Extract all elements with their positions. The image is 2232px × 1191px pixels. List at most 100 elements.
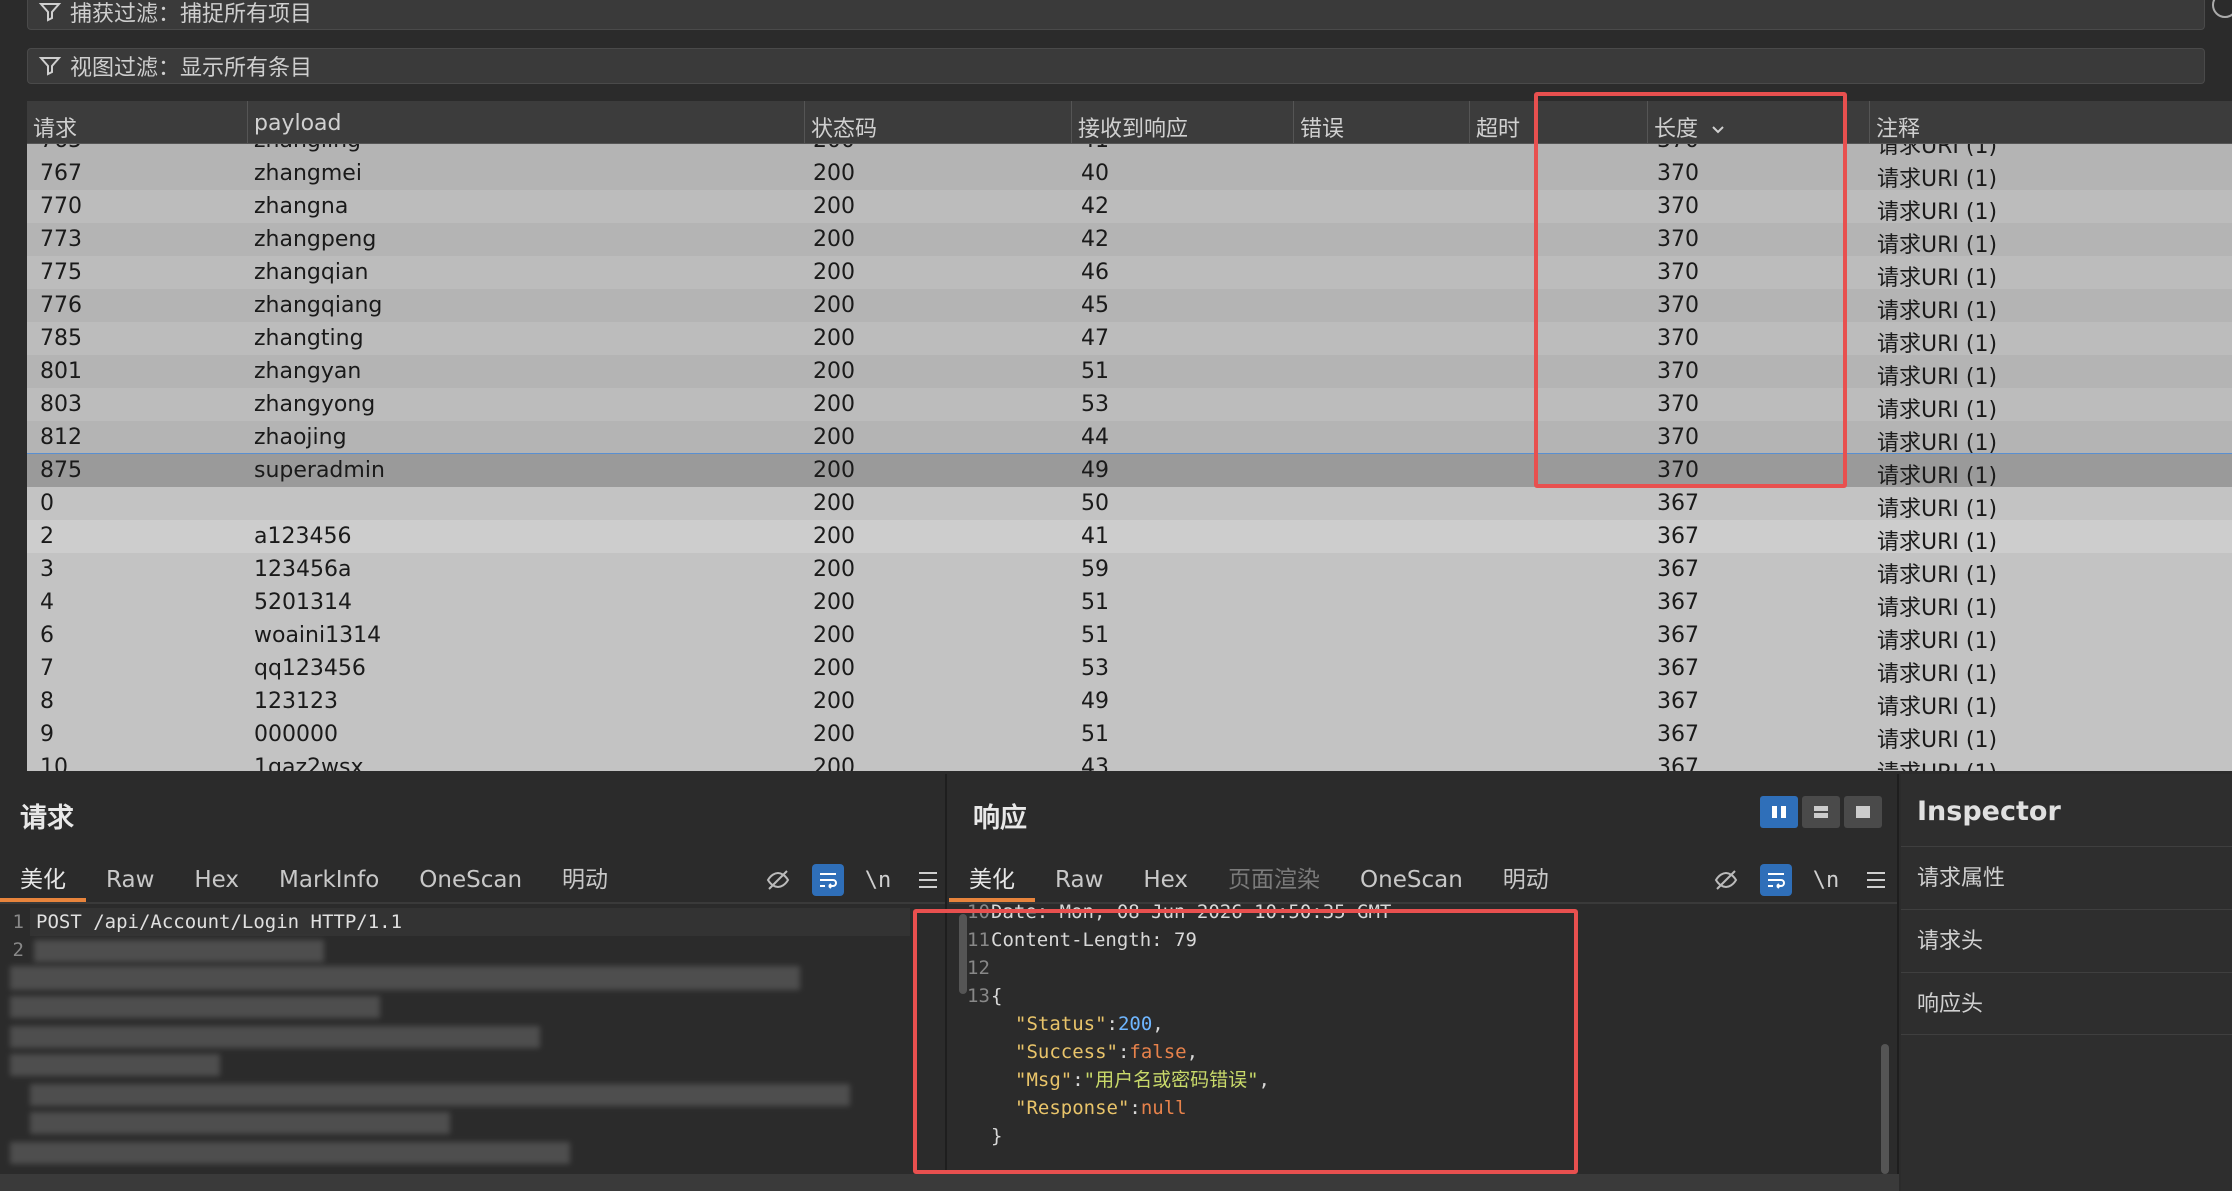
cell-comment: 请求URI (1) — [1877, 431, 1998, 456]
request-panel: 请求 美化 Raw Hex MarkInfo OneScan 明动 \n 1 P… — [0, 774, 947, 1191]
cell-status: 200 — [813, 227, 855, 252]
redacted-block — [10, 966, 800, 990]
table-row[interactable]: 0 200 50 367 请求URI (1) — [27, 487, 2232, 522]
response-editor[interactable]: 10 Date: Mon, 08 Jun 2026 10:50:35 GMT 1… — [949, 901, 1897, 1191]
cell-status: 200 — [813, 392, 855, 417]
tab-mingdong[interactable]: 明动 — [1483, 858, 1569, 902]
editor-scrollbar[interactable] — [1881, 1044, 1889, 1174]
inspector-request-attributes[interactable]: 请求属性 — [1901, 846, 2232, 909]
eye-off-icon[interactable] — [762, 864, 794, 896]
single-pane-icon[interactable] — [1844, 796, 1882, 828]
hamburger-menu-icon[interactable] — [912, 864, 944, 896]
word-wrap-icon[interactable] — [1760, 864, 1792, 896]
cell-length: 370 — [1657, 458, 1699, 483]
table-row[interactable]: 9 000000 200 51 367 请求URI (1) — [27, 718, 2232, 753]
table-row[interactable]: 4 5201314 200 51 367 请求URI (1) — [27, 586, 2232, 621]
tab-hex[interactable]: Hex — [174, 858, 259, 902]
cell-request: 6 — [40, 623, 54, 648]
table-row[interactable]: 785 zhangting 200 47 370 请求URI (1) — [27, 322, 2232, 357]
tab-render[interactable]: 页面渲染 — [1208, 858, 1340, 902]
tab-pretty[interactable]: 美化 — [0, 858, 86, 902]
table-row[interactable]: 776 zhangqiang 200 45 370 请求URI (1) — [27, 289, 2232, 324]
table-row[interactable]: 875 superadmin 200 49 370 请求URI (1) — [27, 453, 2232, 489]
request-editor-tools: \n — [762, 864, 944, 896]
hamburger-menu-icon[interactable] — [1860, 864, 1892, 896]
cell-status: 200 — [813, 425, 855, 450]
cell-request: 2 — [40, 524, 54, 549]
newline-icon[interactable]: \n — [1810, 864, 1842, 896]
table-row[interactable]: 8 123123 200 49 367 请求URI (1) — [27, 685, 2232, 720]
cell-comment: 请求URI (1) — [1877, 233, 1998, 258]
table-row[interactable]: 773 zhangpeng 200 42 370 请求URI (1) — [27, 223, 2232, 258]
tab-markinfo[interactable]: MarkInfo — [259, 858, 399, 902]
header-error[interactable]: 错误 — [1293, 101, 1469, 144]
tab-hex[interactable]: Hex — [1123, 858, 1208, 902]
cell-length: 367 — [1657, 590, 1699, 615]
word-wrap-icon[interactable] — [812, 864, 844, 896]
header-timeout[interactable]: 超时 — [1469, 101, 1647, 144]
table-row[interactable]: 775 zhangqian 200 46 370 请求URI (1) — [27, 256, 2232, 291]
table-row[interactable]: 803 zhangyong 200 53 370 请求URI (1) — [27, 388, 2232, 423]
cell-received: 47 — [1081, 326, 1109, 351]
inspector-request-headers[interactable]: 请求头 — [1901, 909, 2232, 972]
table-row[interactable]: 770 zhangna 200 42 370 请求URI (1) — [27, 190, 2232, 225]
settings-knob-icon[interactable] — [2212, 0, 2232, 18]
cell-status: 200 — [813, 458, 855, 483]
cell-request: 773 — [40, 227, 82, 252]
cell-request: 812 — [40, 425, 82, 450]
tab-raw[interactable]: Raw — [1035, 858, 1123, 902]
split-vertical-icon[interactable] — [1802, 796, 1840, 828]
view-filter-bar[interactable]: 视图过滤：显示所有条目 — [27, 48, 2205, 84]
header-received[interactable]: 接收到响应 — [1071, 101, 1293, 144]
tab-onescan[interactable]: OneScan — [399, 858, 542, 902]
request-tabs: 美化 Raw Hex MarkInfo OneScan 明动 — [0, 858, 628, 902]
header-status[interactable]: 状态码 — [804, 101, 1071, 144]
json-line-success: "Success":false, — [1015, 1041, 1199, 1063]
cell-payload: 123456a — [254, 557, 352, 582]
capture-filter-bar[interactable]: 捕获过滤：捕捉所有项目 — [27, 0, 2205, 30]
cell-received: 51 — [1081, 623, 1109, 648]
table-row[interactable]: 3 123456a 200 59 367 请求URI (1) — [27, 553, 2232, 588]
cell-comment: 请求URI (1) — [1877, 365, 1998, 390]
line-number: 1 — [12, 911, 24, 933]
inspector-response-headers[interactable]: 响应头 — [1901, 972, 2232, 1035]
cell-received: 49 — [1081, 458, 1109, 483]
newline-icon[interactable]: \n — [862, 864, 894, 896]
cell-length: 367 — [1657, 557, 1699, 582]
eye-off-icon[interactable] — [1710, 864, 1742, 896]
line-number: 10 — [967, 901, 990, 923]
header-comment[interactable]: 注释 — [1869, 101, 2232, 144]
cell-request: 8 — [40, 689, 54, 714]
table-row[interactable]: 801 zhangyan 200 51 370 请求URI (1) — [27, 355, 2232, 390]
json-close-brace: } — [991, 1125, 1003, 1147]
header-payload[interactable]: payload — [247, 101, 804, 144]
header-length[interactable]: 长度 — [1647, 101, 1869, 144]
funnel-icon — [38, 57, 62, 76]
table-row[interactable]: 767 zhangmei 200 40 370 请求URI (1) — [27, 157, 2232, 192]
request-editor[interactable]: 1 POST /api/Account/Login HTTP/1.1 2 — [0, 904, 945, 1191]
editor-scrollbar[interactable] — [959, 914, 967, 994]
cell-payload: zhangyong — [254, 392, 376, 417]
tab-mingdong[interactable]: 明动 — [542, 858, 628, 902]
cell-length: 370 — [1657, 260, 1699, 285]
table-row[interactable]: 6 woaini1314 200 51 367 请求URI (1) — [27, 619, 2232, 654]
table-row[interactable]: 10 1qaz2wsx 200 43 367 请求URI (1) — [27, 751, 2232, 771]
json-line-response: "Response":null — [1015, 1097, 1187, 1119]
cell-length: 367 — [1657, 524, 1699, 549]
cell-comment: 请求URI (1) — [1877, 398, 1998, 423]
tab-raw[interactable]: Raw — [86, 858, 174, 902]
cell-request: 801 — [40, 359, 82, 384]
cell-payload: superadmin — [254, 458, 385, 483]
inspector-panel: Inspector 请求属性 请求头 响应头 — [1901, 774, 2232, 1191]
header-request[interactable]: 请求 — [27, 101, 247, 144]
table-row[interactable]: 812 zhaojing 200 44 370 请求URI (1) — [27, 421, 2232, 456]
cell-comment: 请求URI (1) — [1877, 200, 1998, 225]
cell-payload: zhaojing — [254, 425, 347, 450]
table-row[interactable]: 2 a123456 200 41 367 请求URI (1) — [27, 520, 2232, 555]
tab-onescan[interactable]: OneScan — [1340, 858, 1483, 902]
cell-received: 42 — [1081, 194, 1109, 219]
tab-pretty[interactable]: 美化 — [949, 858, 1035, 902]
split-horizontal-icon[interactable] — [1760, 796, 1798, 828]
table-row[interactable]: 7 qq123456 200 53 367 请求URI (1) — [27, 652, 2232, 687]
redacted-block — [10, 1142, 570, 1164]
